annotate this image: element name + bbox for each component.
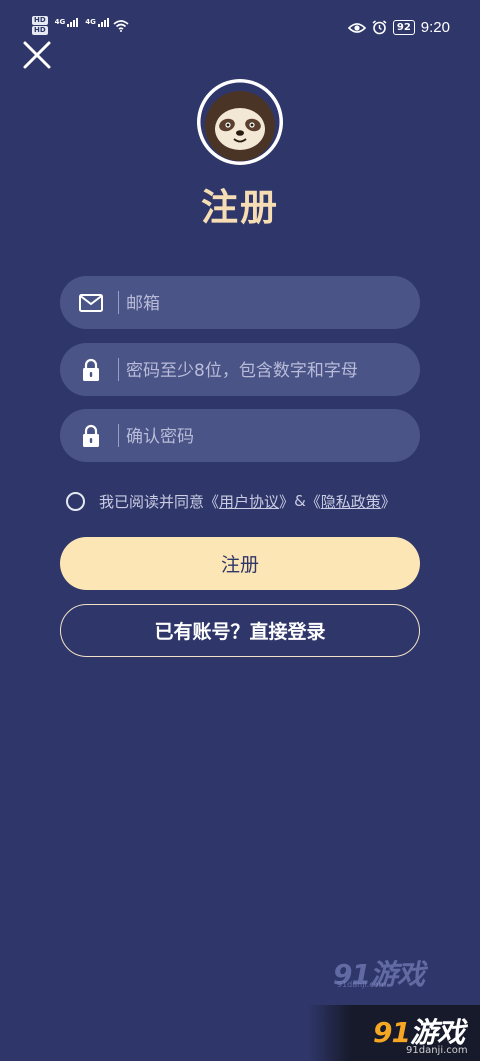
close-button[interactable] bbox=[22, 40, 52, 70]
agreement-radio[interactable] bbox=[66, 491, 85, 511]
password-input[interactable] bbox=[124, 343, 408, 398]
status-bar: HD HD 4G 4G 92 9:20 bbox=[0, 0, 480, 50]
quote-open: 《 bbox=[305, 492, 321, 511]
signal-icon-2: 4G bbox=[85, 18, 109, 27]
wifi-icon bbox=[113, 20, 129, 32]
login-button[interactable]: 已有账号？直接登录 bbox=[60, 604, 420, 657]
lock-icon bbox=[83, 424, 99, 447]
signal-icon-1: 4G bbox=[55, 18, 79, 27]
lock-icon bbox=[83, 358, 99, 381]
clock: 9:20 bbox=[420, 19, 450, 36]
mail-icon bbox=[79, 294, 103, 312]
field-separator bbox=[118, 291, 119, 314]
confirm-password-field[interactable] bbox=[60, 409, 420, 464]
watermark-url: 91danji.com bbox=[406, 1045, 468, 1056]
watermark-logo-num: 91 bbox=[373, 1016, 411, 1049]
quote-open: 《 bbox=[204, 492, 220, 511]
avatar bbox=[197, 79, 283, 165]
battery-indicator: 92 bbox=[392, 20, 415, 35]
password-field[interactable] bbox=[60, 343, 420, 398]
field-separator bbox=[118, 358, 119, 381]
register-button[interactable]: 注册 bbox=[60, 537, 420, 590]
signal-label-1: 4G bbox=[54, 18, 66, 26]
user-agreement-link[interactable]: 用户协议 bbox=[219, 491, 279, 512]
quote-close: 》 bbox=[380, 492, 396, 511]
status-left: HD HD 4G 4G bbox=[32, 16, 129, 35]
eye-icon bbox=[347, 22, 366, 33]
watermark-url: 91danji.com bbox=[337, 980, 387, 989]
page-title: 注册 bbox=[201, 186, 279, 229]
hd-badge-1: HD bbox=[32, 16, 48, 25]
agreement-prefix: 我已阅读并同意 bbox=[99, 492, 205, 511]
ampersand: & bbox=[294, 492, 306, 510]
email-input[interactable] bbox=[124, 276, 408, 331]
agreement-row: 我已阅读并同意 《 用户协议 》 & 《 隐私政策 》 bbox=[66, 489, 396, 513]
signal-label-2: 4G bbox=[85, 18, 96, 26]
hd-badge-2: HD bbox=[32, 26, 48, 35]
privacy-policy-link[interactable]: 隐私政策 bbox=[321, 491, 381, 512]
alarm-icon bbox=[372, 20, 387, 35]
sloth-avatar-icon bbox=[197, 79, 283, 165]
field-separator bbox=[118, 424, 119, 447]
confirm-password-input[interactable] bbox=[124, 409, 408, 464]
quote-close: 》 bbox=[279, 492, 295, 511]
status-right: 92 9:20 bbox=[347, 19, 450, 36]
watermark-faint: 91游戏 91danji.com bbox=[333, 953, 425, 993]
email-field[interactable] bbox=[60, 276, 420, 331]
close-icon bbox=[23, 41, 51, 69]
watermark-corner: 91游戏 91danji.com bbox=[308, 1005, 480, 1061]
